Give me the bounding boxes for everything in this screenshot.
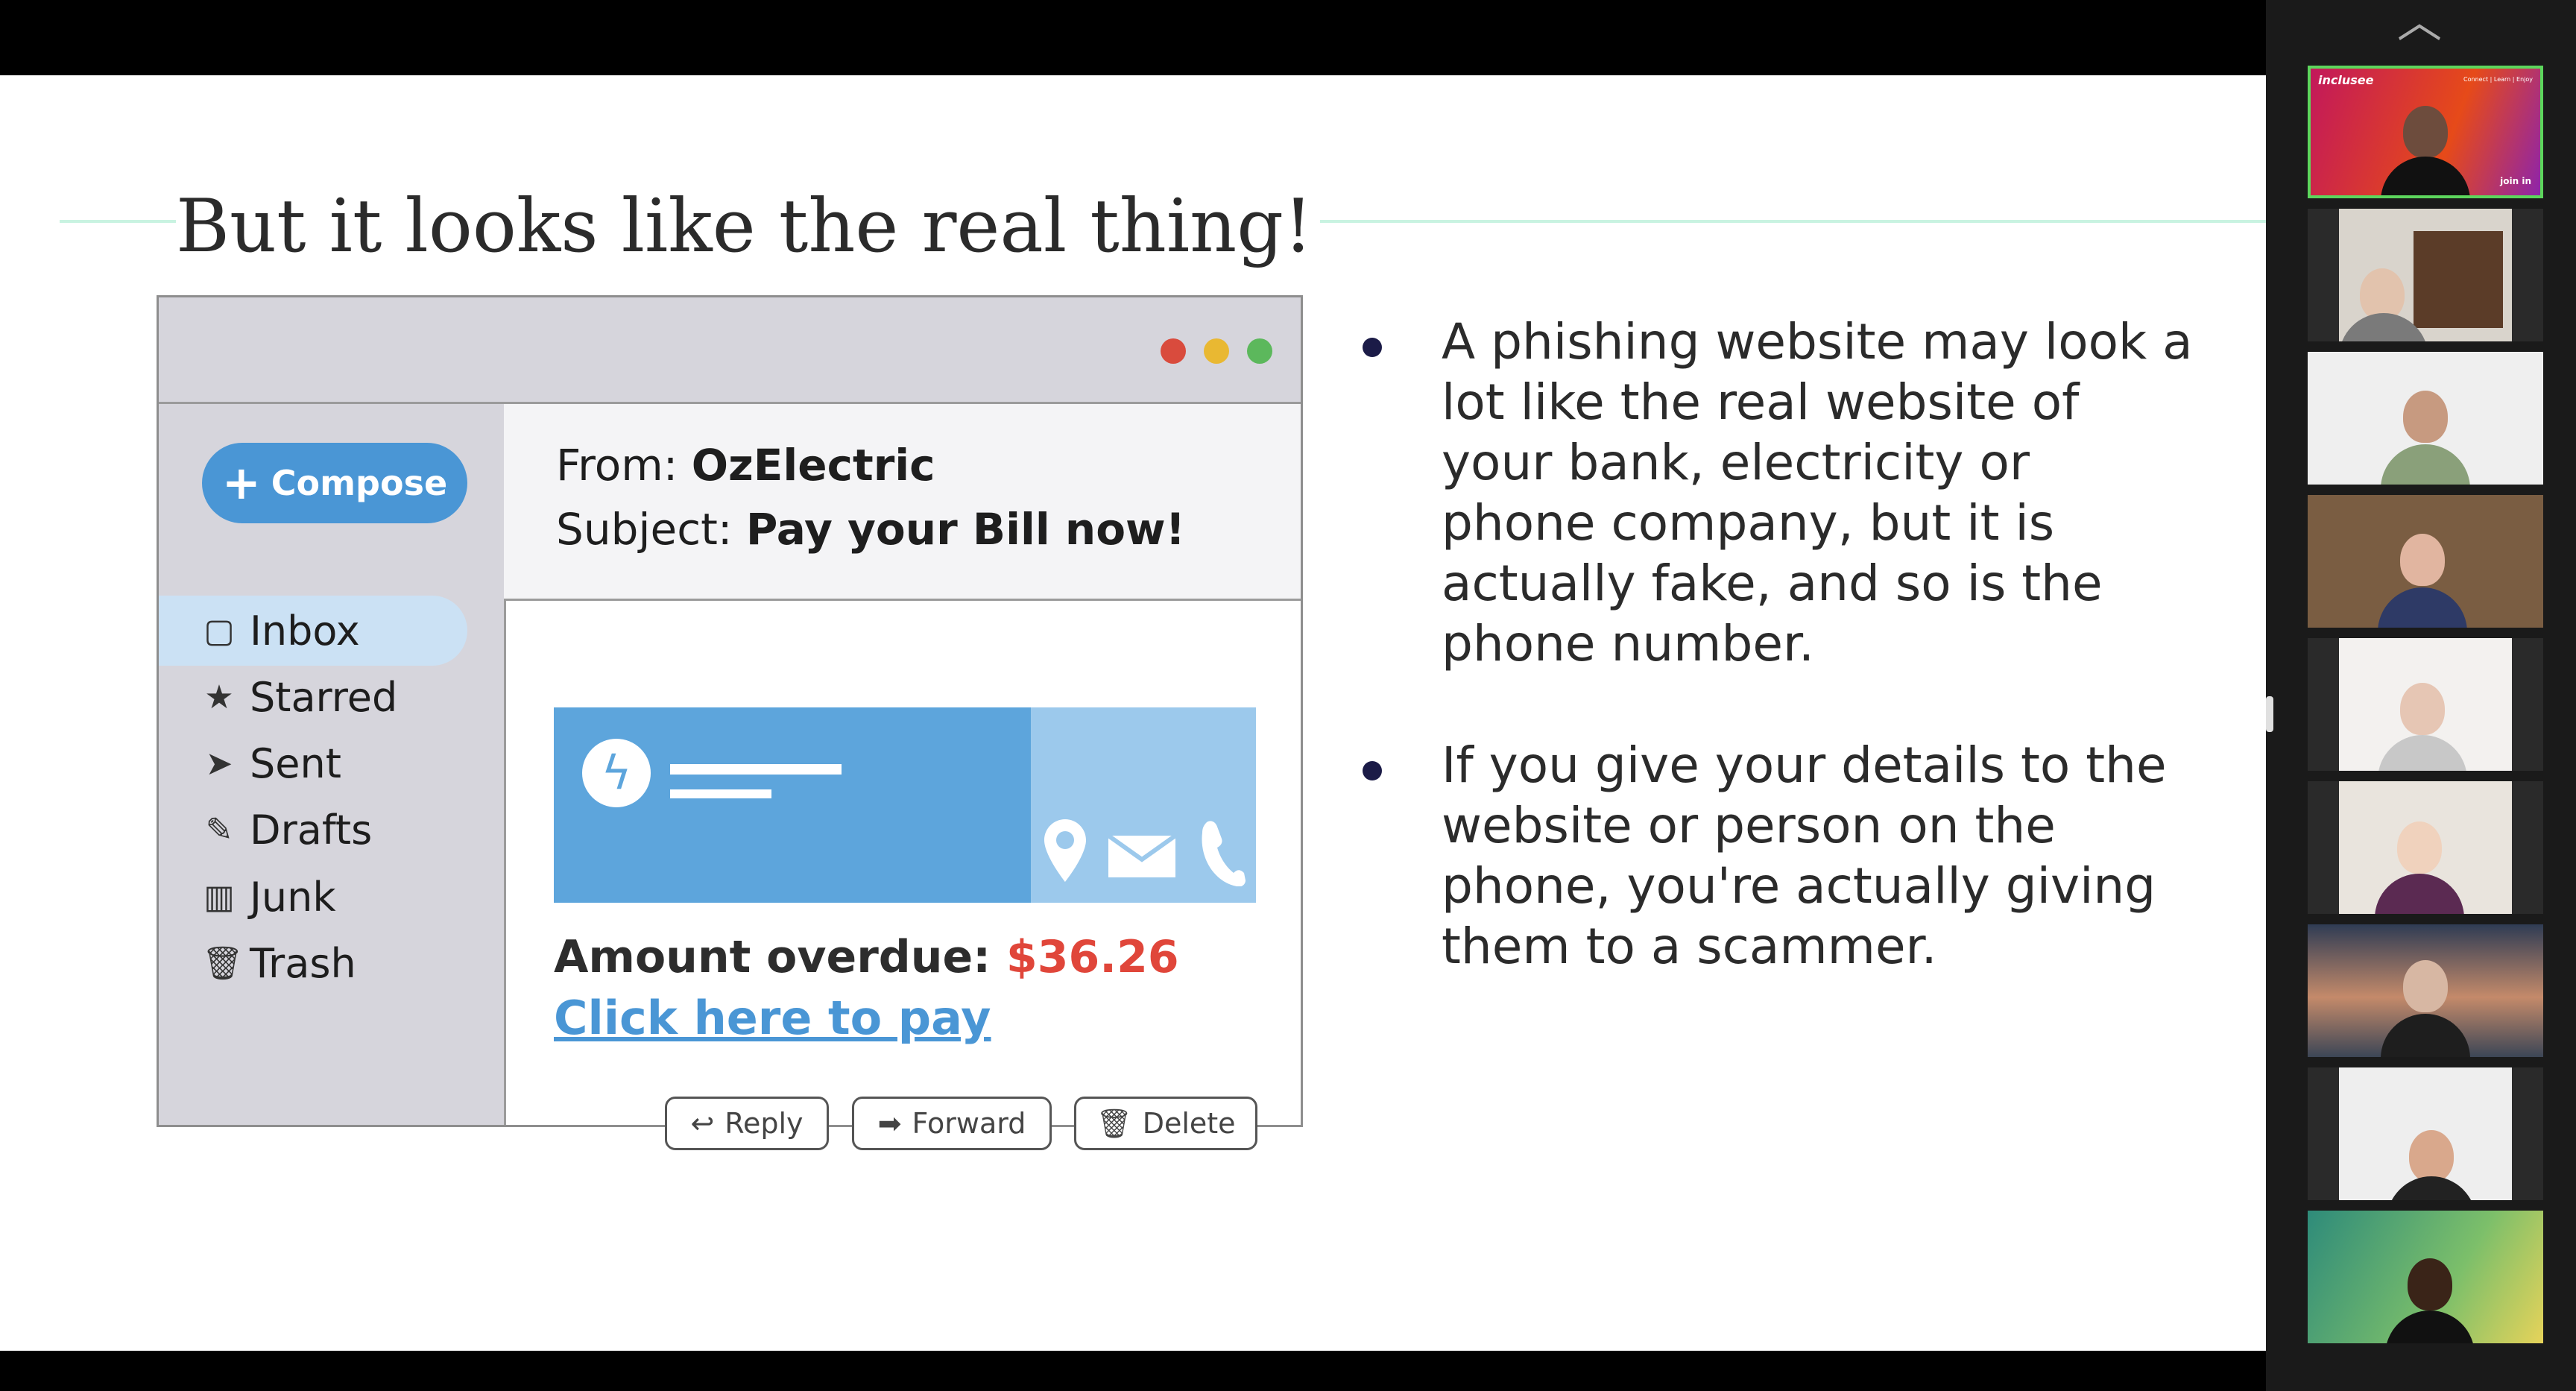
participant-face xyxy=(2409,1130,2454,1182)
reply-label: Reply xyxy=(724,1107,804,1140)
panel-resize-handle[interactable] xyxy=(2266,696,2273,732)
window-titlebar xyxy=(159,297,1301,404)
pencil-icon: ✎ xyxy=(205,810,233,849)
subject-label: Subject: xyxy=(556,504,746,555)
folder-label: Inbox xyxy=(250,607,360,655)
participant-face xyxy=(2403,106,2448,158)
forward-label: Forward xyxy=(912,1107,1026,1140)
participant-face xyxy=(2400,534,2445,586)
compose-label: Compose xyxy=(271,463,448,503)
from-label: From: xyxy=(556,440,692,491)
presenter-video-tile[interactable]: inclusee Connect | Learn | Enjoy join in xyxy=(2308,66,2543,198)
folder-junk: ▥ Junk xyxy=(202,863,336,930)
folder-label: Junk xyxy=(250,873,336,921)
video-feed xyxy=(2339,1067,2512,1200)
participant-video-tile[interactable] xyxy=(2308,781,2543,914)
banner-text-bar xyxy=(670,789,771,798)
bullet-text-2: If you give your details to the website … xyxy=(1442,736,2167,975)
email-mockup: + Compose ▢ Inbox ★ Starred ➤ Sent ✎ Dra… xyxy=(157,295,1303,1150)
window-minimize-dot xyxy=(1204,338,1229,364)
mail-sidebar: + Compose ▢ Inbox ★ Starred ➤ Sent ✎ Dra… xyxy=(159,404,506,1125)
participant-video-tile[interactable] xyxy=(2308,209,2543,341)
subject-line: Subject: Pay your Bill now! xyxy=(556,504,1185,555)
amount-value: $36.26 xyxy=(1006,931,1179,983)
inclusee-logo: inclusee xyxy=(2318,73,2374,87)
presentation-slide: But it looks like the real thing! + Comp… xyxy=(0,75,2266,1351)
envelope-icon xyxy=(1107,833,1177,880)
reply-arrow-icon: ↩ xyxy=(690,1107,715,1140)
participant-body xyxy=(2378,587,2467,628)
from-line: From: OzElectric xyxy=(556,440,935,491)
participant-video-tile[interactable] xyxy=(2308,1211,2543,1343)
participant-face xyxy=(2408,1258,2452,1310)
compose-button: + Compose xyxy=(202,443,467,523)
subject-value: Pay your Bill now! xyxy=(745,504,1186,555)
video-feed xyxy=(2339,209,2512,341)
amount-overdue-line: Amount overdue: $36.26 xyxy=(554,931,1179,983)
forward-arrow-icon: ➡ xyxy=(877,1107,902,1140)
click-here-to-pay-link: Click here to pay xyxy=(554,991,991,1045)
location-pin-icon xyxy=(1044,819,1086,892)
participant-video-tile[interactable] xyxy=(2308,924,2543,1057)
participant-body xyxy=(2381,1014,2470,1057)
slide-title: But it looks like the real thing! xyxy=(176,180,1321,275)
phone-icon xyxy=(1199,819,1247,889)
tagline: Connect | Learn | Enjoy xyxy=(2463,76,2533,83)
participant-body xyxy=(2381,444,2470,485)
bookshelf xyxy=(2414,231,2503,328)
participant-body xyxy=(2387,1176,2476,1200)
folder-label: Drafts xyxy=(250,806,373,854)
forward-button: ➡ Forward xyxy=(852,1097,1052,1150)
participant-video-tile[interactable] xyxy=(2308,1067,2543,1200)
participant-face xyxy=(2403,960,2448,1012)
bullet-dot xyxy=(1363,761,1382,780)
folder-sent: ➤ Sent xyxy=(202,730,341,797)
banner-contact-panel xyxy=(1031,707,1256,903)
video-feed xyxy=(2339,638,2512,771)
participant-video-tile[interactable] xyxy=(2308,352,2543,485)
lightning-icon: ϟ xyxy=(582,739,651,807)
participant-face xyxy=(2400,683,2445,735)
send-icon: ➤ xyxy=(205,744,233,783)
participant-body xyxy=(2375,874,2464,914)
folder-starred: ★ Starred xyxy=(202,663,397,731)
email-banner: ϟ xyxy=(554,707,1256,903)
folder-drafts: ✎ Drafts xyxy=(202,796,373,863)
mail-header: From: OzElectric Subject: Pay your Bill … xyxy=(504,404,1301,601)
from-value: OzElectric xyxy=(691,440,935,491)
participant-body xyxy=(2378,735,2467,771)
video-feed xyxy=(2308,495,2543,628)
participant-video-tile[interactable] xyxy=(2308,495,2543,628)
folder-label: Trash xyxy=(250,939,356,987)
join-in-tag: join in xyxy=(2500,176,2531,186)
chevron-up-icon[interactable]: ︿ xyxy=(2397,0,2442,45)
participant-body xyxy=(2385,1310,2475,1343)
video-feed xyxy=(2308,352,2543,485)
participant-body xyxy=(2381,157,2470,195)
window-close-dot xyxy=(1161,338,1186,364)
folder-trash: 🗑 Trash xyxy=(202,930,356,997)
video-feed xyxy=(2339,781,2512,914)
delete-button: 🗑 Delete xyxy=(1074,1097,1257,1150)
participant-face xyxy=(2403,391,2448,443)
banner-text-bar xyxy=(670,764,842,775)
window-maximize-dot xyxy=(1247,338,1272,364)
bullet-text-1: A phishing website may look a lot like t… xyxy=(1442,313,2193,672)
junk-icon: ▥ xyxy=(203,877,235,916)
folder-inbox: ▢ Inbox xyxy=(202,597,360,664)
participant-video-tile[interactable] xyxy=(2308,638,2543,771)
delete-label: Delete xyxy=(1142,1107,1236,1140)
folder-label: Sent xyxy=(250,739,341,787)
bullet-dot xyxy=(1363,338,1382,357)
reply-button: ↩ Reply xyxy=(665,1097,829,1150)
inbox-icon: ▢ xyxy=(203,611,235,650)
participant-face xyxy=(2397,821,2442,874)
trash-icon: 🗑 xyxy=(1096,1106,1132,1140)
star-icon: ★ xyxy=(204,678,234,716)
trash-icon: 🗑 xyxy=(202,944,244,982)
video-feed xyxy=(2308,924,2543,1057)
plus-icon: + xyxy=(221,455,261,510)
folder-label: Starred xyxy=(250,673,398,721)
amount-label: Amount overdue: xyxy=(554,931,1007,983)
